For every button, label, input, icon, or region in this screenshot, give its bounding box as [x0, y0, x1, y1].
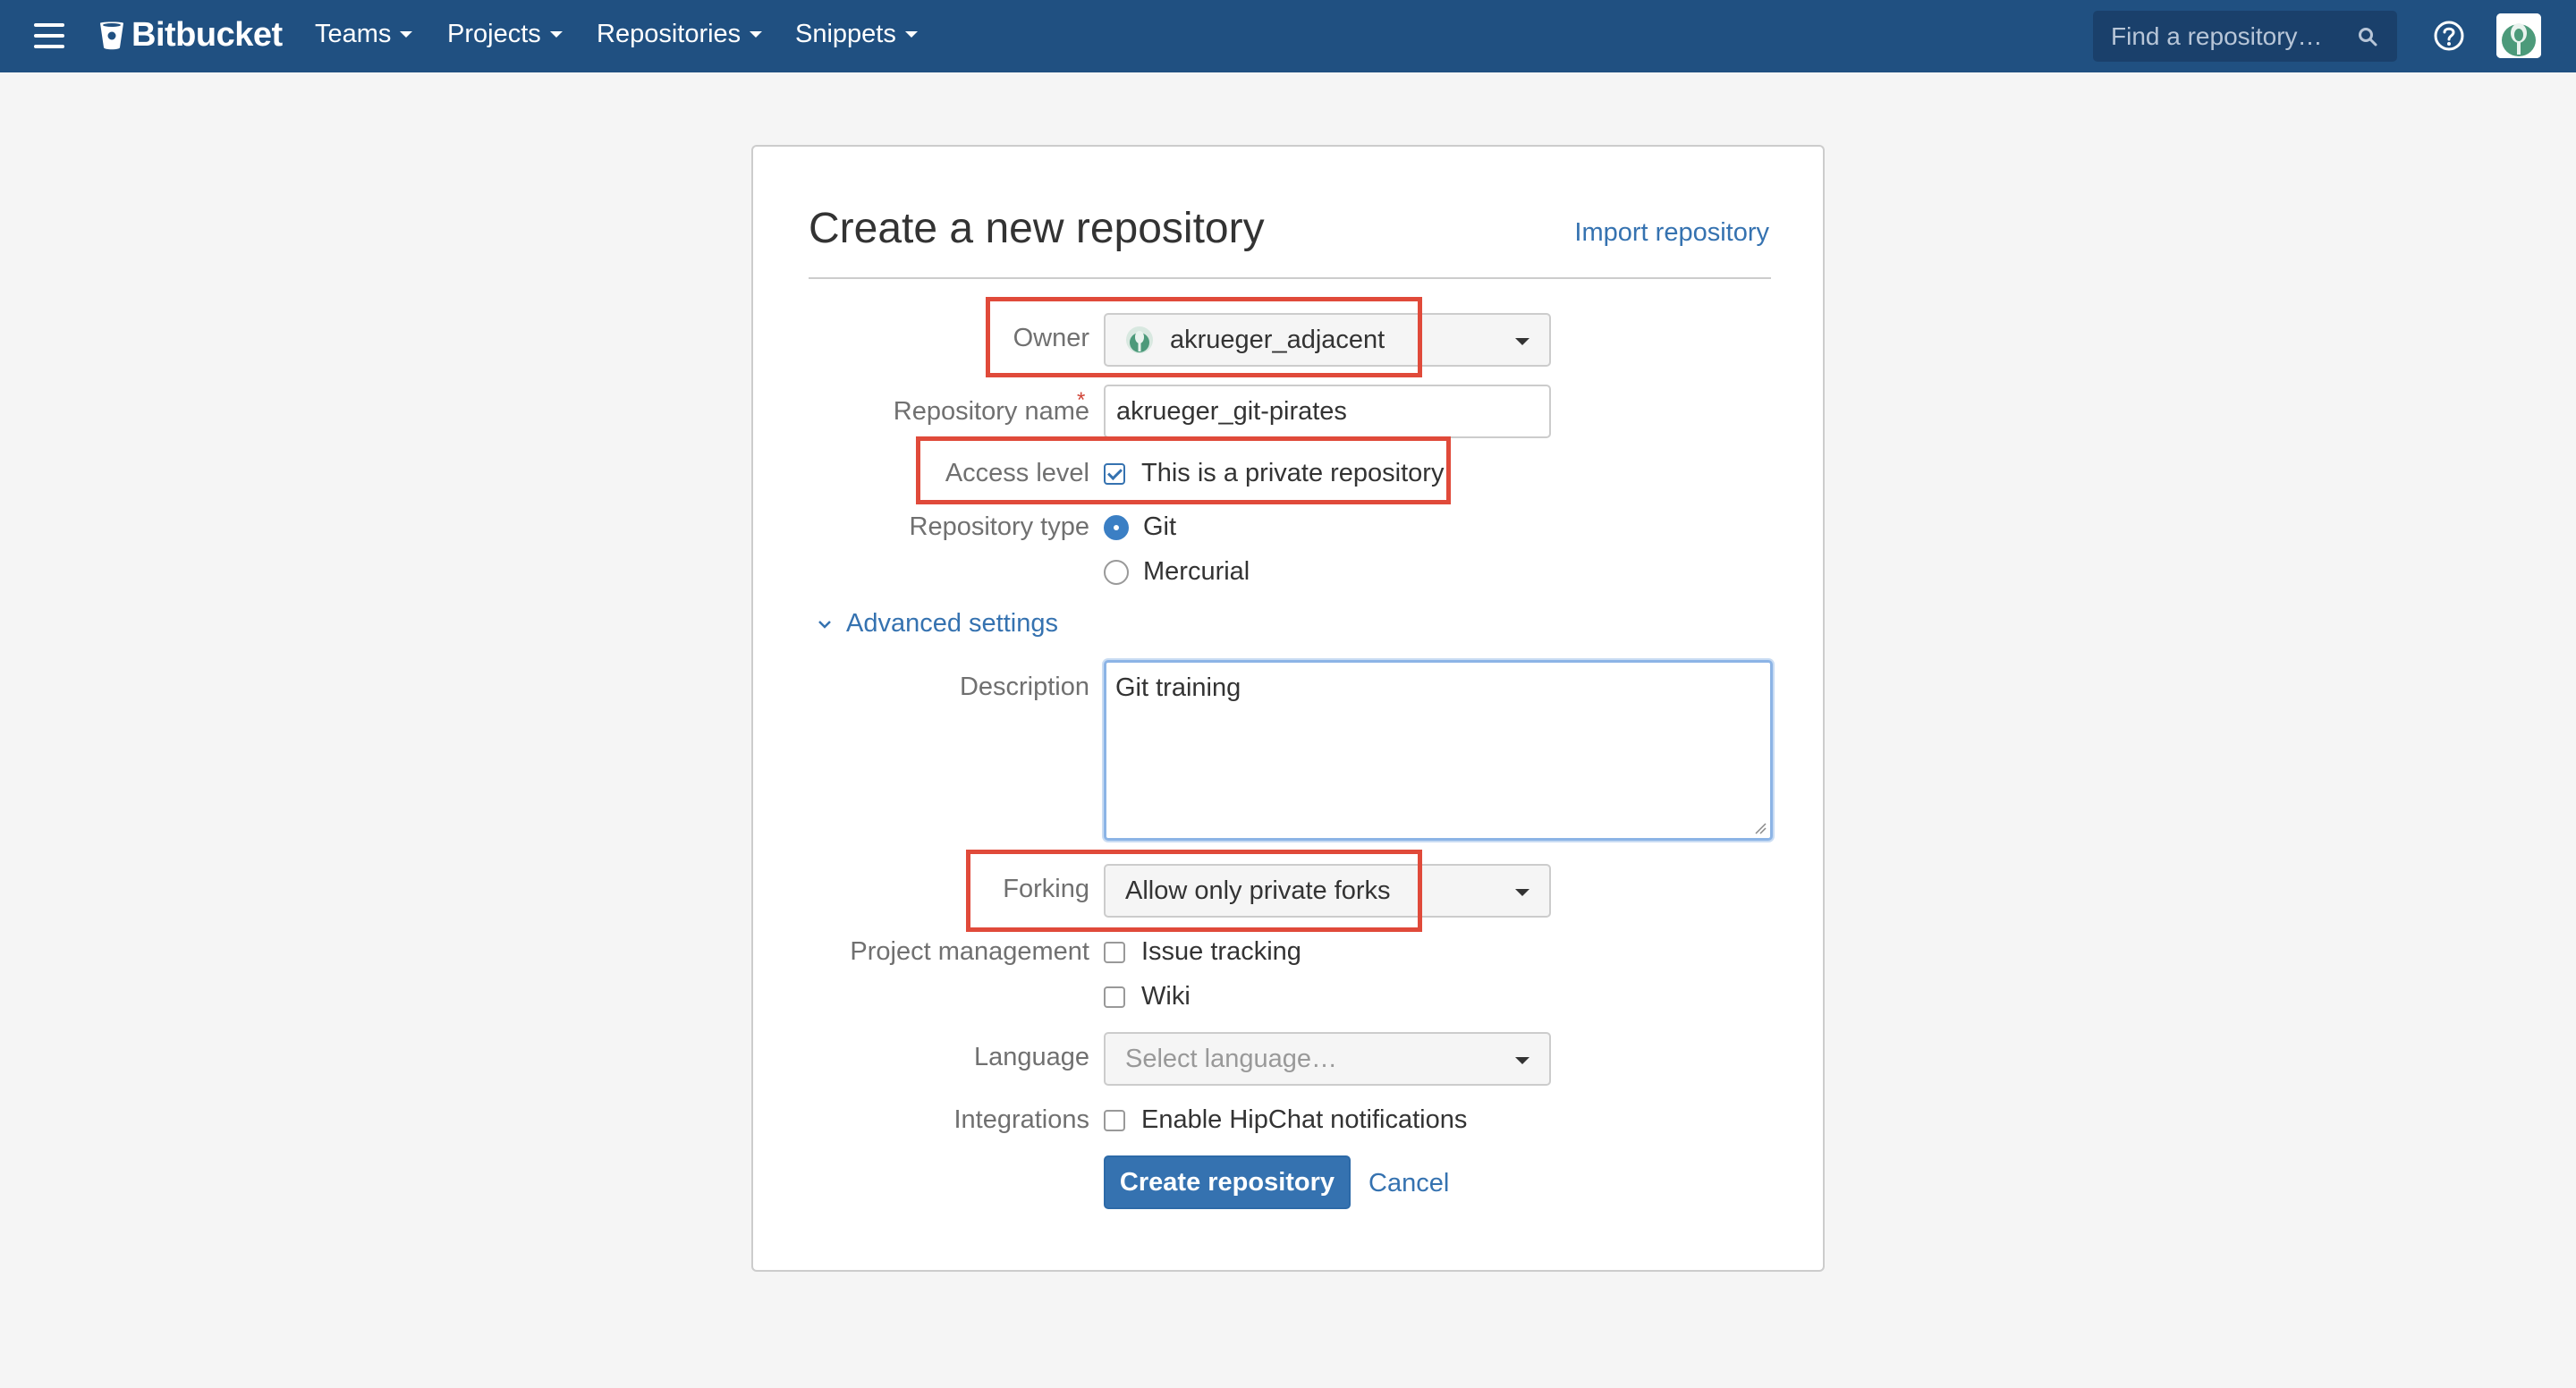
radio-unselected-icon: [1104, 559, 1129, 585]
brand-name: Bitbucket: [131, 16, 283, 54]
repository-name-input[interactable]: akrueger_git-pirates: [1104, 385, 1551, 438]
nav-teams-label: Teams: [315, 20, 392, 48]
language-label: Language: [973, 1043, 1089, 1071]
chevron-down-icon: [818, 620, 831, 629]
wiki-label: Wiki: [1141, 982, 1191, 1011]
search-icon: [2359, 28, 2377, 47]
dropdown-caret-icon: [1515, 889, 1530, 896]
description-textarea[interactable]: Git training: [1104, 660, 1773, 841]
advanced-settings-toggle[interactable]: Advanced settings: [818, 609, 1058, 639]
owner-value: akrueger_adjacent: [1170, 325, 1385, 354]
private-repository-label: This is a private repository: [1141, 459, 1445, 487]
repository-name-value: akrueger_git-pirates: [1116, 396, 1347, 426]
create-repository-button[interactable]: Create repository: [1104, 1155, 1351, 1209]
advanced-settings-label: Advanced settings: [846, 609, 1058, 638]
checkbox-unchecked-icon: [1104, 986, 1125, 1008]
dropdown-caret-icon: [1515, 338, 1530, 345]
hipchat-notifications-checkbox[interactable]: Enable HipChat notifications: [1104, 1105, 1467, 1135]
import-repository-link[interactable]: Import repository: [1574, 218, 1769, 248]
dropdown-caret-icon: [1515, 1057, 1530, 1064]
language-select[interactable]: Select language…: [1104, 1032, 1551, 1086]
chevron-down-icon: [549, 31, 563, 38]
page-title: Create a new repository: [809, 205, 1265, 252]
hipchat-notifications-label: Enable HipChat notifications: [1141, 1105, 1468, 1134]
chevron-down-icon: [750, 31, 763, 38]
top-navigation-bar: Bitbucket Teams Projects Repositories Sn…: [0, 0, 2576, 72]
description-value: Git training: [1115, 673, 1241, 702]
issue-tracking-checkbox[interactable]: Issue tracking: [1104, 937, 1301, 967]
bitbucket-logo-icon: [100, 21, 123, 49]
nav-snippets[interactable]: Snippets: [795, 20, 918, 49]
checkbox-unchecked-icon: [1104, 1109, 1125, 1131]
repository-type-label: Repository type: [909, 512, 1090, 541]
access-level-label: Access level: [945, 459, 1089, 487]
title-divider: [809, 277, 1771, 279]
checkbox-checked-icon: [1104, 462, 1125, 485]
nav-repositories[interactable]: Repositories: [597, 20, 763, 49]
create-repository-card: Create a new repository Import repositor…: [751, 145, 1825, 1272]
nav-projects-label: Projects: [447, 20, 541, 48]
forking-label: Forking: [1003, 875, 1089, 903]
owner-select[interactable]: akrueger_adjacent: [1104, 313, 1551, 367]
user-avatar-icon[interactable]: [2496, 13, 2541, 58]
owner-avatar-icon: [1126, 326, 1153, 353]
resize-handle-icon[interactable]: [1754, 822, 1767, 834]
issue-tracking-label: Issue tracking: [1141, 937, 1301, 966]
owner-label: Owner: [1013, 324, 1089, 352]
radio-selected-icon: [1104, 514, 1129, 540]
nav-repositories-label: Repositories: [597, 20, 741, 48]
project-management-label: Project management: [850, 937, 1089, 966]
menu-icon[interactable]: [34, 23, 64, 48]
description-label: Description: [959, 673, 1089, 701]
repo-type-git-radio[interactable]: Git: [1104, 512, 1176, 542]
repo-type-git-label: Git: [1143, 512, 1177, 541]
private-repository-checkbox[interactable]: This is a private repository: [1104, 459, 1444, 488]
language-placeholder: Select language…: [1125, 1044, 1337, 1073]
repo-type-mercurial-label: Mercurial: [1143, 557, 1250, 586]
help-icon[interactable]: [2433, 20, 2465, 52]
checkbox-unchecked-icon: [1104, 941, 1125, 963]
forking-value: Allow only private forks: [1125, 876, 1391, 905]
forking-select[interactable]: Allow only private forks: [1104, 864, 1551, 918]
required-star: *: [1077, 388, 1086, 412]
wiki-checkbox[interactable]: Wiki: [1104, 982, 1191, 1011]
repository-search-input[interactable]: Find a repository…: [2093, 11, 2397, 62]
chevron-down-icon: [400, 31, 413, 38]
nav-snippets-label: Snippets: [795, 20, 896, 48]
repository-name-label: Repository name: [893, 397, 1089, 426]
search-placeholder: Find a repository…: [2111, 21, 2323, 50]
repo-type-mercurial-radio[interactable]: Mercurial: [1104, 557, 1250, 587]
bitbucket-logo[interactable]: Bitbucket: [98, 16, 283, 55]
chevron-down-icon: [904, 31, 918, 38]
cancel-link[interactable]: Cancel: [1368, 1169, 1449, 1198]
nav-projects[interactable]: Projects: [447, 20, 563, 49]
nav-teams[interactable]: Teams: [315, 20, 413, 49]
integrations-label: Integrations: [953, 1105, 1089, 1134]
